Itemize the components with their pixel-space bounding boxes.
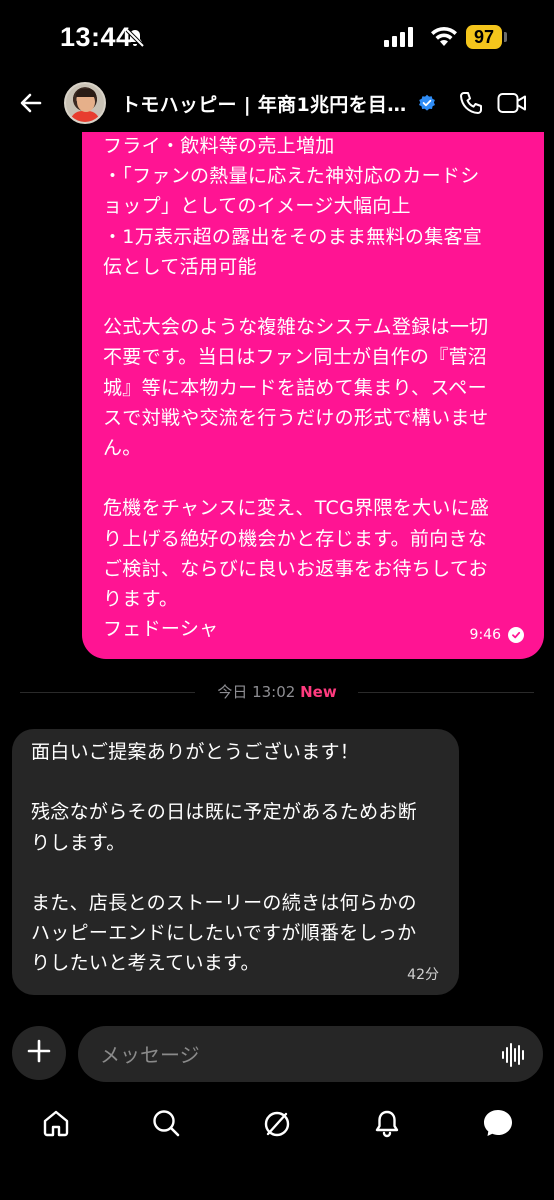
messages-icon[interactable]	[482, 1108, 514, 1142]
message-field[interactable]	[78, 1026, 543, 1084]
status-time: 13:44	[60, 22, 132, 52]
plus-icon	[27, 1039, 51, 1067]
read-check-icon	[508, 627, 524, 643]
avatar-shirt	[70, 111, 100, 122]
outgoing-message-text: フライ・飲料等の売上増加 ・「ファンの熱量に応えた神対応のカードシ ョップ」とし…	[103, 135, 490, 641]
incoming-message-bubble[interactable]: 面白いご提案ありがとうございます！ 残念ながらその日は既に予定があるためお断 り…	[12, 729, 459, 995]
verified-badge-icon	[418, 94, 436, 116]
video-call-icon[interactable]	[497, 91, 527, 119]
incoming-message-text: 面白いご提案ありがとうございます！ 残念ながらその日は既に予定があるためお断 り…	[31, 741, 418, 975]
new-badge: New	[300, 683, 337, 701]
voice-waveform-icon[interactable]	[501, 1042, 527, 1072]
chat-header: トモハッピー | 年商1兆円を目…	[0, 74, 554, 132]
notifications-icon[interactable]	[372, 1108, 402, 1142]
outgoing-message-time: 9:46	[469, 627, 501, 643]
divider-date: 今日 13:02	[217, 683, 296, 701]
status-bar: 13:44 97	[0, 0, 554, 74]
wifi-icon	[430, 26, 458, 52]
explore-icon[interactable]	[261, 1108, 293, 1144]
avatar-hair	[76, 89, 96, 97]
cellular-signal-icon	[384, 27, 416, 51]
bottom-tab-bar	[0, 1100, 554, 1156]
outgoing-message-meta: 9:46	[470, 627, 524, 643]
new-messages-divider: 今日 13:02 New	[0, 681, 554, 702]
message-composer	[0, 1020, 554, 1088]
incoming-message-time: 42分	[407, 967, 439, 983]
message-thread[interactable]: フライ・飲料等の売上増加 ・「ファンの熱量に応えた神対応のカードシ ョップ」とし…	[0, 132, 554, 1020]
battery-nub	[504, 32, 507, 42]
home-icon[interactable]	[41, 1108, 71, 1142]
add-attachment-button[interactable]	[12, 1026, 66, 1080]
contact-name[interactable]: トモハッピー | 年商1兆円を目…	[121, 90, 411, 117]
back-arrow-icon[interactable]	[18, 90, 44, 120]
search-icon[interactable]	[151, 1108, 181, 1142]
silent-bell-icon	[124, 27, 146, 53]
avatar[interactable]	[64, 82, 106, 124]
home-indicator	[207, 1184, 347, 1189]
phone-call-icon[interactable]	[458, 90, 484, 120]
outgoing-message-bubble[interactable]: フライ・飲料等の売上増加 ・「ファンの熱量に応えた神対応のカードシ ョップ」とし…	[82, 132, 544, 659]
message-input[interactable]	[98, 1026, 492, 1084]
battery-indicator: 97	[466, 25, 502, 49]
